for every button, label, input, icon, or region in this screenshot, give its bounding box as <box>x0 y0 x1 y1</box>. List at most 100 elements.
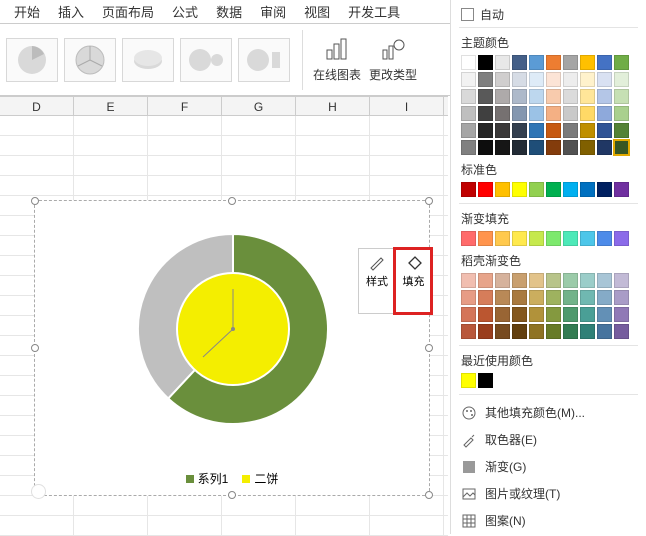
color-swatch[interactable] <box>512 106 527 121</box>
color-swatch[interactable] <box>546 307 561 322</box>
color-swatch[interactable] <box>597 55 612 70</box>
tab-data[interactable]: 数据 <box>216 2 242 21</box>
resize-handle[interactable] <box>31 344 39 352</box>
color-swatch[interactable] <box>512 182 527 197</box>
color-swatch[interactable] <box>580 273 595 288</box>
online-chart-button[interactable]: 在线图表 <box>309 36 365 83</box>
color-swatch[interactable] <box>580 55 595 70</box>
chart-object[interactable]: 系列1 二饼 <box>34 200 430 496</box>
color-swatch[interactable] <box>461 373 476 388</box>
color-swatch[interactable] <box>461 182 476 197</box>
color-swatch[interactable] <box>495 123 510 138</box>
color-swatch[interactable] <box>614 290 629 305</box>
color-swatch[interactable] <box>597 123 612 138</box>
chart-type-pie-5[interactable] <box>238 38 290 82</box>
color-swatch[interactable] <box>546 123 561 138</box>
color-swatch[interactable] <box>563 106 578 121</box>
color-swatch[interactable] <box>614 89 629 104</box>
color-swatch[interactable] <box>597 290 612 305</box>
color-swatch[interactable] <box>478 307 493 322</box>
color-swatch[interactable] <box>461 72 476 87</box>
color-swatch[interactable] <box>580 72 595 87</box>
color-swatch[interactable] <box>563 231 578 246</box>
color-swatch[interactable] <box>563 55 578 70</box>
color-swatch[interactable] <box>478 231 493 246</box>
color-swatch[interactable] <box>461 290 476 305</box>
color-swatch[interactable] <box>546 106 561 121</box>
color-swatch[interactable] <box>461 273 476 288</box>
color-swatch[interactable] <box>546 324 561 339</box>
color-swatch[interactable] <box>478 89 493 104</box>
color-swatch[interactable] <box>614 307 629 322</box>
color-swatch[interactable] <box>529 231 544 246</box>
color-swatch[interactable] <box>512 72 527 87</box>
color-swatch[interactable] <box>563 273 578 288</box>
color-swatch[interactable] <box>614 140 629 155</box>
color-swatch[interactable] <box>495 231 510 246</box>
col-header[interactable]: H <box>296 97 370 115</box>
color-swatch[interactable] <box>495 290 510 305</box>
gradient-menu[interactable]: 渐变(G) <box>461 453 636 480</box>
color-swatch[interactable] <box>614 123 629 138</box>
chart-type-pie-4[interactable] <box>180 38 232 82</box>
color-swatch[interactable] <box>563 72 578 87</box>
tab-view[interactable]: 视图 <box>304 2 330 21</box>
color-swatch[interactable] <box>597 89 612 104</box>
col-header[interactable]: I <box>370 97 444 115</box>
color-swatch[interactable] <box>478 290 493 305</box>
color-swatch[interactable] <box>478 182 493 197</box>
color-swatch[interactable] <box>461 89 476 104</box>
color-swatch[interactable] <box>495 106 510 121</box>
col-header[interactable]: F <box>148 97 222 115</box>
color-swatch[interactable] <box>512 324 527 339</box>
color-swatch[interactable] <box>597 140 612 155</box>
tab-devtools[interactable]: 开发工具 <box>348 2 400 21</box>
picture-texture[interactable]: 图片或纹理(T) <box>461 480 636 507</box>
color-swatch[interactable] <box>512 307 527 322</box>
color-swatch[interactable] <box>495 140 510 155</box>
color-swatch[interactable] <box>495 182 510 197</box>
color-swatch[interactable] <box>614 106 629 121</box>
color-swatch[interactable] <box>495 307 510 322</box>
color-swatch[interactable] <box>597 182 612 197</box>
color-swatch[interactable] <box>478 324 493 339</box>
color-swatch[interactable] <box>529 307 544 322</box>
col-header[interactable]: G <box>222 97 296 115</box>
color-swatch[interactable] <box>461 55 476 70</box>
color-swatch[interactable] <box>478 373 493 388</box>
color-swatch[interactable] <box>512 123 527 138</box>
color-swatch[interactable] <box>529 324 544 339</box>
color-swatch[interactable] <box>563 307 578 322</box>
color-swatch[interactable] <box>529 123 544 138</box>
color-swatch[interactable] <box>580 307 595 322</box>
color-swatch[interactable] <box>580 290 595 305</box>
color-swatch[interactable] <box>546 231 561 246</box>
color-swatch[interactable] <box>563 290 578 305</box>
color-swatch[interactable] <box>512 89 527 104</box>
color-swatch[interactable] <box>512 290 527 305</box>
color-swatch[interactable] <box>461 106 476 121</box>
color-swatch[interactable] <box>461 231 476 246</box>
color-swatch[interactable] <box>563 89 578 104</box>
color-swatch[interactable] <box>614 324 629 339</box>
auto-color-row[interactable]: 自动 <box>461 6 636 23</box>
color-swatch[interactable] <box>478 123 493 138</box>
tab-insert[interactable]: 插入 <box>58 2 84 21</box>
fill-button[interactable]: 填充 <box>395 249 431 313</box>
color-swatch[interactable] <box>580 324 595 339</box>
color-swatch[interactable] <box>478 140 493 155</box>
resize-handle[interactable] <box>425 197 433 205</box>
color-swatch[interactable] <box>529 72 544 87</box>
color-swatch[interactable] <box>597 324 612 339</box>
color-swatch[interactable] <box>512 231 527 246</box>
color-swatch[interactable] <box>461 307 476 322</box>
color-swatch[interactable] <box>546 72 561 87</box>
color-swatch[interactable] <box>478 106 493 121</box>
color-swatch[interactable] <box>461 324 476 339</box>
color-swatch[interactable] <box>495 324 510 339</box>
color-swatch[interactable] <box>614 231 629 246</box>
color-swatch[interactable] <box>495 89 510 104</box>
tab-home[interactable]: 开始 <box>14 2 40 21</box>
color-swatch[interactable] <box>478 55 493 70</box>
color-swatch[interactable] <box>529 55 544 70</box>
